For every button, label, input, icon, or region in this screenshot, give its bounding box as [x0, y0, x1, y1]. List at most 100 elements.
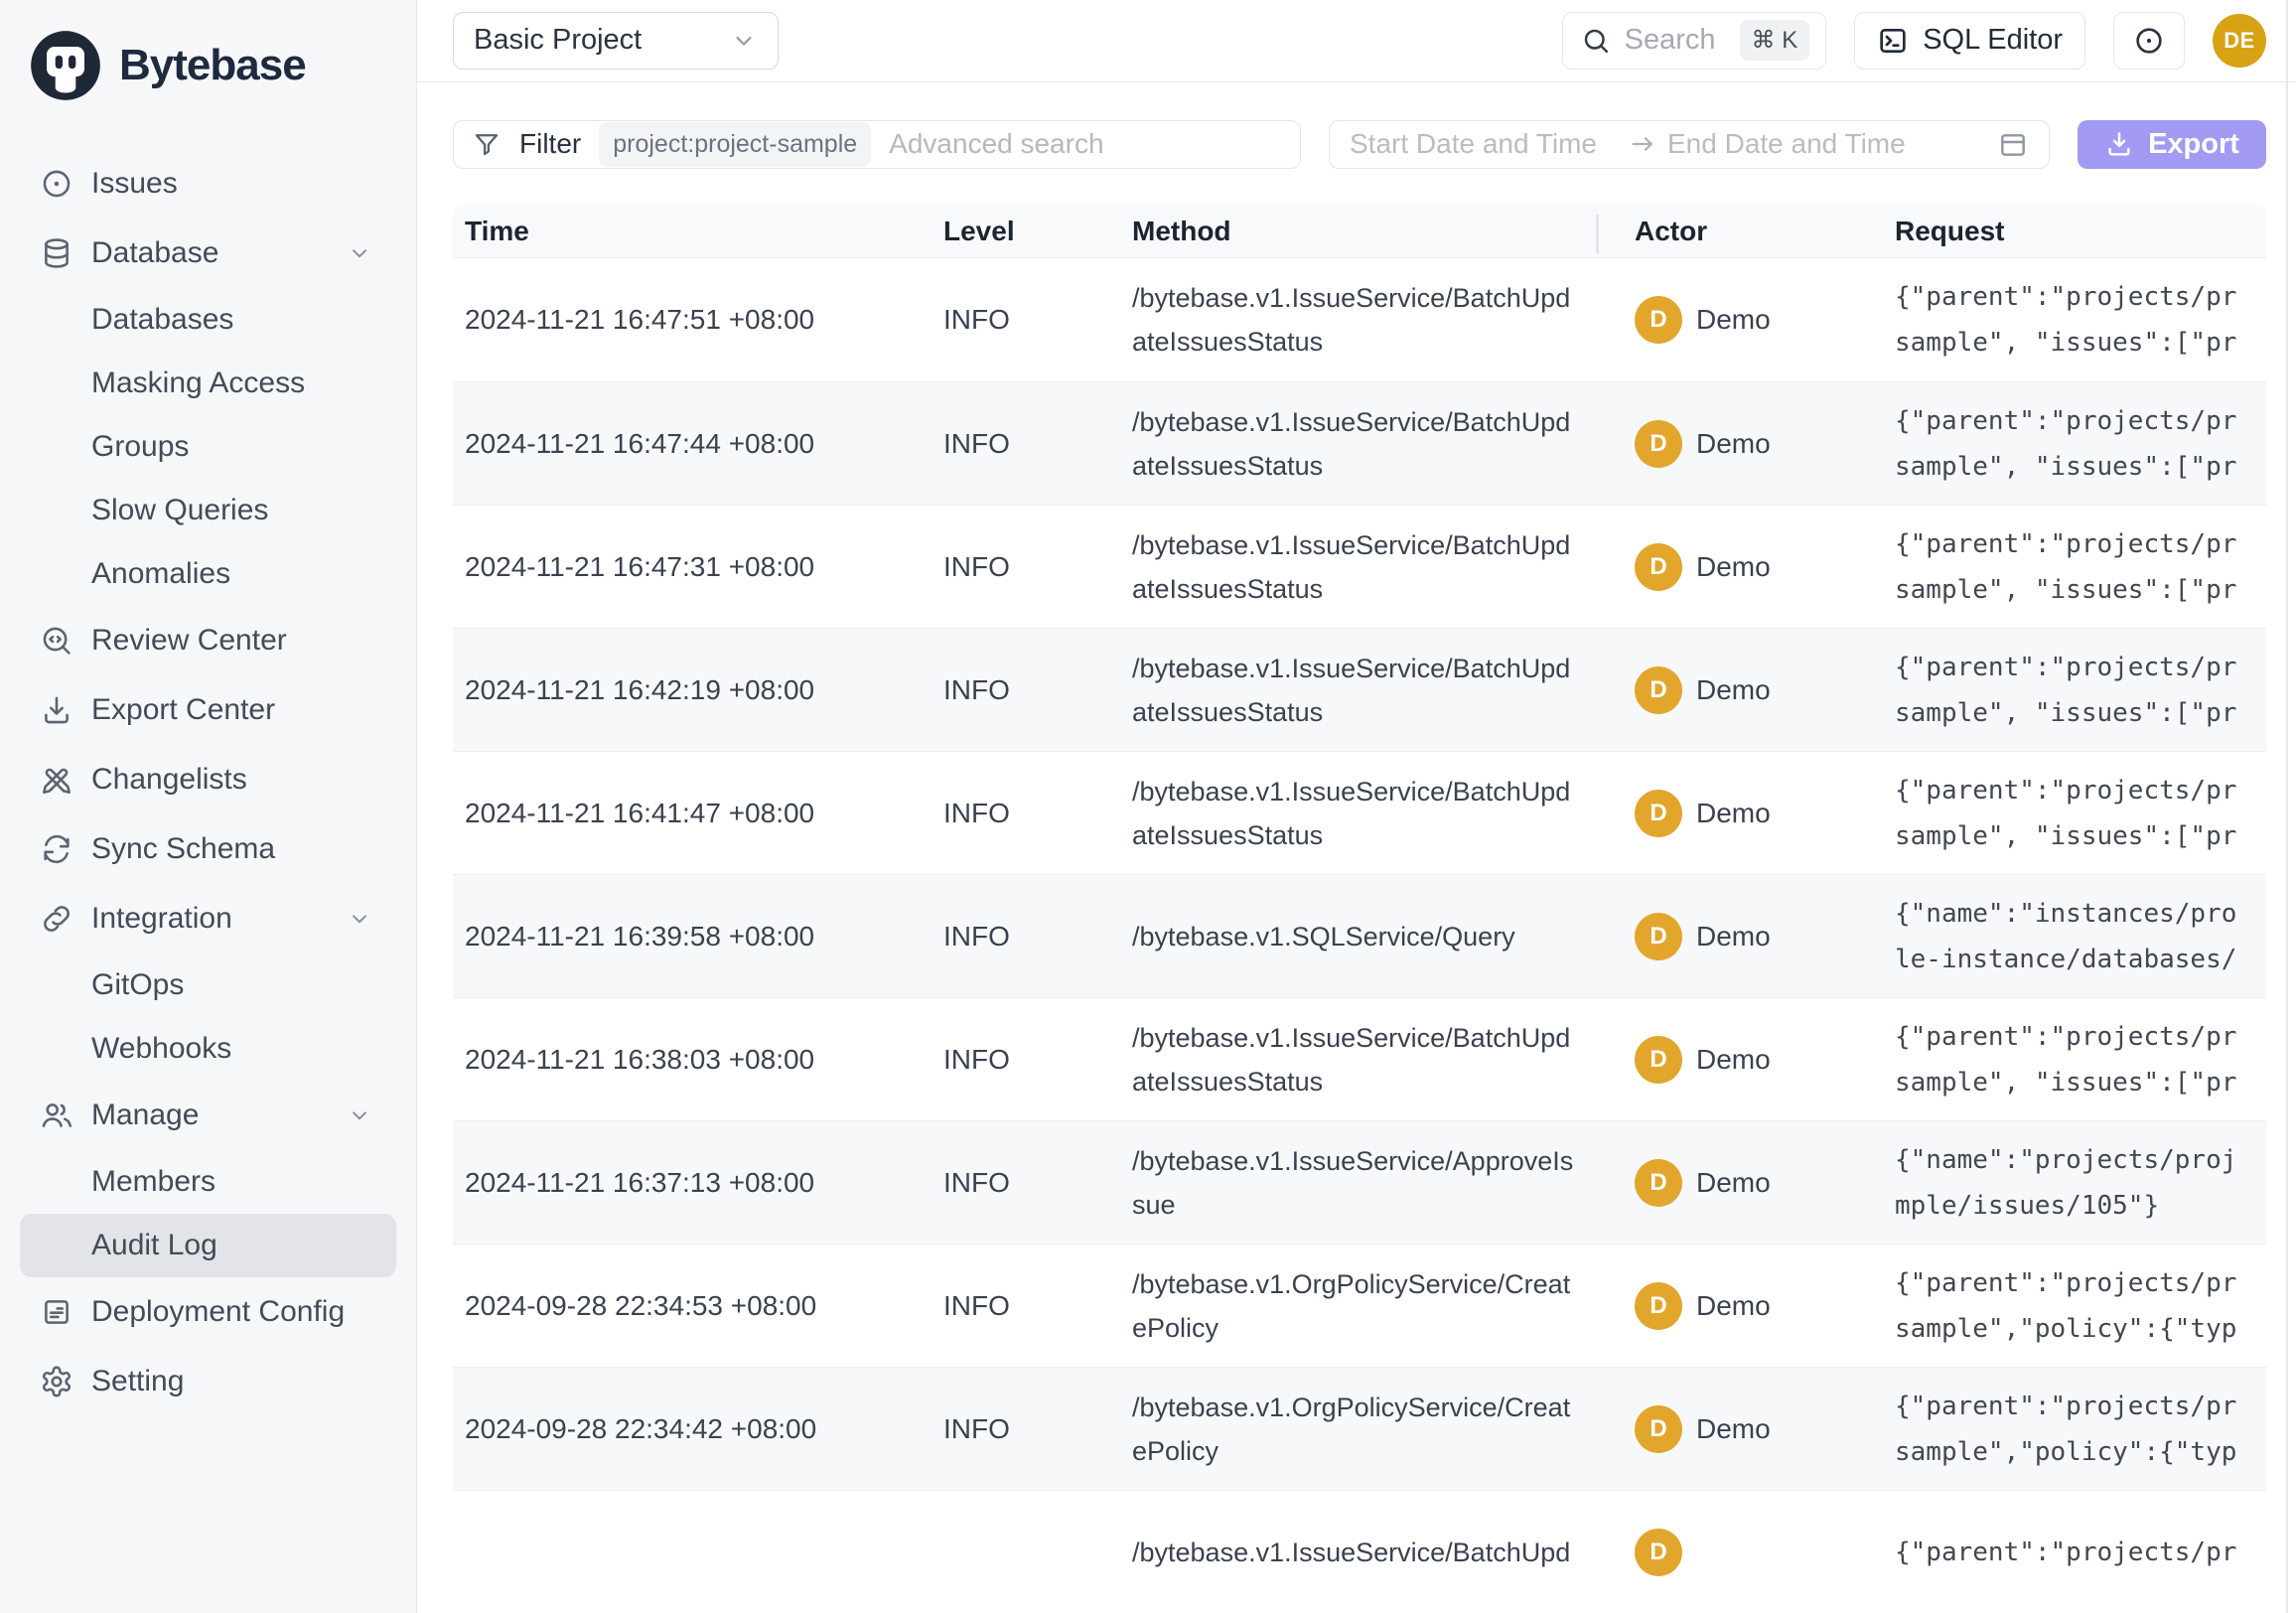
- sidebar-item-manage[interactable]: Manage: [20, 1081, 396, 1150]
- changelists-icon: [40, 763, 73, 797]
- sidebar-item-label: Issues: [91, 167, 178, 201]
- sidebar-item-members[interactable]: Members: [20, 1150, 396, 1214]
- filter-input-box[interactable]: Filter project:project-sample: [453, 120, 1301, 169]
- actor-name: Demo: [1696, 428, 1771, 460]
- user-avatar[interactable]: DE: [2213, 14, 2266, 68]
- filter-chip[interactable]: project:project-sample: [599, 122, 871, 167]
- integration-icon: [40, 902, 73, 936]
- issues-icon: [40, 167, 73, 201]
- sidebar-item-changelists[interactable]: Changelists: [20, 745, 396, 814]
- search-shortcut-badge: ⌘ K: [1740, 20, 1810, 61]
- cell-request: {"parent":"projects/prsample", "issues":…: [1883, 398, 2266, 490]
- table-row[interactable]: 2024-11-21 16:47:44 +08:00INFO/bytebase.…: [453, 381, 2266, 505]
- actor-avatar: D: [1635, 420, 1682, 468]
- table-row[interactable]: /bytebase.v1.IssueService/BatchUpdD{"par…: [453, 1490, 2266, 1613]
- manage-icon: [40, 1099, 73, 1132]
- start-date-input[interactable]: [1350, 128, 1618, 160]
- cell-level: INFO: [932, 921, 1120, 953]
- cell-request: {"parent":"projects/prsample", "issues":…: [1883, 1014, 2266, 1105]
- table-row[interactable]: 2024-11-21 16:42:19 +08:00INFO/bytebase.…: [453, 628, 2266, 751]
- cell-actor: DDemo: [1599, 1282, 1883, 1330]
- brand-logo[interactable]: Bytebase: [0, 20, 416, 111]
- export-button[interactable]: Export: [2078, 120, 2266, 169]
- main-area: Basic Project Search ⌘ K SQL E: [417, 0, 2296, 1613]
- search-button[interactable]: Search ⌘ K: [1562, 12, 1827, 70]
- end-date-input[interactable]: [1667, 128, 1911, 160]
- cell-request: {"parent":"projects/pr: [1883, 1530, 2266, 1575]
- cell-time: 2024-11-21 16:38:03 +08:00: [453, 1044, 932, 1076]
- sidebar-item-anomalies[interactable]: Anomalies: [20, 542, 396, 606]
- sidebar-item-issues[interactable]: Issues: [20, 149, 396, 219]
- sidebar-item-setting[interactable]: Setting: [20, 1347, 396, 1416]
- sidebar-item-databases[interactable]: Databases: [20, 288, 396, 352]
- table-row[interactable]: 2024-09-28 22:34:53 +08:00INFO/bytebase.…: [453, 1244, 2266, 1367]
- sidebar-item-export-center[interactable]: Export Center: [20, 675, 396, 745]
- cell-actor: DDemo: [1599, 666, 1883, 714]
- sidebar-item-gitops[interactable]: GitOps: [20, 953, 396, 1017]
- column-header-level: Level: [932, 205, 1120, 257]
- actor-avatar: D: [1635, 296, 1682, 344]
- cell-time: 2024-09-28 22:34:53 +08:00: [453, 1290, 932, 1322]
- sidebar-item-label: Deployment Config: [91, 1295, 345, 1329]
- advanced-search-input[interactable]: [889, 128, 1282, 160]
- sidebar-item-webhooks[interactable]: Webhooks: [20, 1017, 396, 1081]
- table-row[interactable]: 2024-11-21 16:39:58 +08:00INFO/bytebase.…: [453, 874, 2266, 997]
- cell-level: INFO: [932, 304, 1120, 336]
- cell-level: INFO: [932, 1167, 1120, 1199]
- sidebar-item-deployment-config[interactable]: Deployment Config: [20, 1277, 396, 1347]
- column-header-time: Time: [453, 205, 932, 257]
- table-row[interactable]: 2024-09-28 22:34:42 +08:00INFO/bytebase.…: [453, 1367, 2266, 1490]
- status-button[interactable]: [2113, 12, 2185, 70]
- bytebase-app: Bytebase Issues Database Databases Masking …: [0, 0, 2296, 1613]
- sidebar-item-label: Export Center: [91, 693, 275, 727]
- sidebar-item-slow-queries[interactable]: Slow Queries: [20, 479, 396, 542]
- sidebar-item-label: Setting: [91, 1365, 184, 1398]
- actor-name: Demo: [1696, 1413, 1771, 1445]
- sidebar-item-label: Review Center: [91, 624, 287, 658]
- cell-time: 2024-11-21 16:41:47 +08:00: [453, 798, 932, 829]
- cell-method: /bytebase.v1.IssueService/BatchUpdateIss…: [1120, 1016, 1599, 1103]
- cell-method: /bytebase.v1.OrgPolicyService/CreatePoli…: [1120, 1386, 1599, 1473]
- sidebar-item-sync-schema[interactable]: Sync Schema: [20, 814, 396, 884]
- review-center-icon: [40, 624, 73, 658]
- cell-time: 2024-11-21 16:47:31 +08:00: [453, 551, 932, 583]
- cell-actor: DDemo: [1599, 913, 1883, 960]
- sidebar-item-integration[interactable]: Integration: [20, 884, 396, 953]
- cell-request: {"parent":"projects/prsample", "issues":…: [1883, 645, 2266, 736]
- cell-time: 2024-11-21 16:47:51 +08:00: [453, 304, 932, 336]
- sidebar-item-label: Databases: [91, 303, 233, 337]
- cell-time: 2024-11-21 16:37:13 +08:00: [453, 1167, 932, 1199]
- setting-icon: [40, 1365, 73, 1398]
- filter-row: Filter project:project-sample Export: [453, 120, 2266, 169]
- table-row[interactable]: 2024-11-21 16:47:31 +08:00INFO/bytebase.…: [453, 505, 2266, 628]
- sidebar-item-database[interactable]: Database: [20, 219, 396, 288]
- table-row[interactable]: 2024-11-21 16:37:13 +08:00INFO/bytebase.…: [453, 1120, 2266, 1244]
- table-row[interactable]: 2024-11-21 16:41:47 +08:00INFO/bytebase.…: [453, 751, 2266, 874]
- cell-level: INFO: [932, 798, 1120, 829]
- sidebar-item-masking-access[interactable]: Masking Access: [20, 352, 396, 415]
- cell-actor: DDemo: [1599, 1405, 1883, 1453]
- cell-time: 2024-09-28 22:34:42 +08:00: [453, 1413, 932, 1445]
- actor-name: Demo: [1696, 1167, 1771, 1199]
- cell-method: /bytebase.v1.IssueService/ApproveIssue: [1120, 1139, 1599, 1227]
- topbar: Basic Project Search ⌘ K SQL E: [417, 0, 2296, 82]
- cell-actor: DDemo: [1599, 790, 1883, 837]
- sql-editor-button[interactable]: SQL Editor: [1854, 12, 2085, 70]
- cell-level: INFO: [932, 551, 1120, 583]
- cell-request: {"parent":"projects/prsample", "issues":…: [1883, 521, 2266, 613]
- sidebar-item-review-center[interactable]: Review Center: [20, 606, 396, 675]
- table-row[interactable]: 2024-11-21 16:47:51 +08:00INFO/bytebase.…: [453, 258, 2266, 381]
- table-row[interactable]: 2024-11-21 16:38:03 +08:00INFO/bytebase.…: [453, 997, 2266, 1120]
- sidebar-item-groups[interactable]: Groups: [20, 415, 396, 479]
- cell-time: 2024-11-21 16:42:19 +08:00: [453, 674, 932, 706]
- date-range-picker[interactable]: [1329, 120, 2050, 169]
- chevron-down-icon: [347, 906, 372, 932]
- terminal-icon: [1877, 25, 1909, 57]
- sidebar-item-audit-log[interactable]: Audit Log: [20, 1214, 396, 1277]
- chevron-down-icon: [730, 27, 758, 55]
- sidebar-item-label: Slow Queries: [91, 494, 268, 527]
- cell-method: /bytebase.v1.IssueService/BatchUpdateIss…: [1120, 770, 1599, 857]
- sidebar-item-label: Webhooks: [91, 1032, 231, 1066]
- project-selector[interactable]: Basic Project: [453, 12, 779, 70]
- export-label: Export: [2148, 128, 2239, 161]
